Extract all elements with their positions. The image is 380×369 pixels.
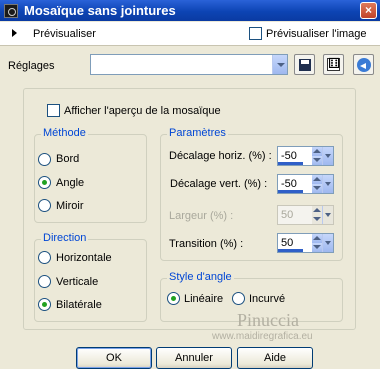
watermark-url: www.maidiregrafica.eu: [212, 331, 313, 342]
horizontal-offset-stepper[interactable]: -50: [277, 146, 334, 166]
method-radio-bord[interactable]: [38, 153, 51, 166]
preview-image-label: Prévisualiser l'image: [266, 28, 367, 40]
spin-up-icon[interactable]: [312, 234, 322, 243]
spin-up-icon[interactable]: [312, 175, 322, 184]
preview-image-checkbox[interactable]: [249, 27, 262, 40]
direction-radio-bilaterale[interactable]: [38, 298, 51, 311]
vertical-offset-value[interactable]: -50: [281, 178, 297, 190]
spin-up-icon: [312, 206, 322, 215]
show-mosaic-preview-checkbox[interactable]: [47, 104, 60, 117]
close-button[interactable]: ×: [360, 2, 377, 19]
method-group: Méthode: [34, 127, 147, 223]
spin-down-icon[interactable]: [312, 243, 322, 252]
width-label: Largeur (%) :: [169, 210, 234, 222]
method-radio-angle[interactable]: [38, 176, 51, 189]
method-label-bord: Bord: [56, 153, 80, 165]
transition-label: Transition (%) :: [169, 238, 244, 250]
chevron-down-icon[interactable]: [322, 147, 333, 165]
vertical-offset-label: Décalage vert. (%) :: [170, 178, 268, 190]
angle-style-radio-lineaire[interactable]: [167, 292, 180, 305]
horizontal-offset-value[interactable]: -50: [281, 150, 297, 162]
angle-style-group-title: Style d'angle: [167, 271, 234, 283]
spin-up-icon[interactable]: [312, 147, 322, 156]
transition-slider[interactable]: [278, 249, 303, 252]
title-bar: Mosaïque sans jointures ×: [0, 0, 380, 21]
window-title: Mosaïque sans jointures: [24, 3, 176, 18]
watermark-name: Pinuccia: [237, 310, 299, 330]
transition-stepper[interactable]: 50: [277, 233, 334, 253]
vertical-offset-slider[interactable]: [278, 190, 303, 193]
randomize-button[interactable]: [323, 54, 344, 75]
transition-value[interactable]: 50: [281, 237, 293, 249]
direction-label-bilaterale: Bilatérale: [56, 299, 102, 311]
spin-down-icon: [312, 215, 322, 224]
cancel-button[interactable]: Annuler: [156, 347, 232, 369]
direction-group-title: Direction: [41, 232, 89, 244]
angle-style-label-lineaire: Linéaire: [184, 293, 224, 305]
expand-arrow-icon[interactable]: [12, 29, 17, 37]
chevron-down-icon[interactable]: [322, 175, 333, 193]
angle-style-label-incurve: Incurvé: [249, 293, 286, 305]
preview-label[interactable]: Prévisualiser: [33, 28, 96, 40]
method-label-angle: Angle: [56, 177, 85, 189]
save-preset-button[interactable]: [294, 54, 315, 75]
chevron-down-icon[interactable]: [322, 234, 333, 252]
spin-down-icon[interactable]: [312, 184, 322, 193]
help-button[interactable]: Aide: [237, 347, 313, 369]
direction-label-horizontale: Horizontale: [56, 252, 112, 264]
width-stepper: 50: [277, 205, 334, 225]
horizontal-offset-label: Décalage horiz. (%) :: [169, 150, 272, 162]
angle-style-radio-incurve[interactable]: [232, 292, 245, 305]
chevron-down-icon: [322, 206, 333, 224]
show-mosaic-preview-label: Afficher l'aperçu de la mosaïque: [64, 105, 221, 117]
app-icon: [4, 3, 18, 18]
preview-bar: Prévisualiser Prévisualiser l'image: [0, 22, 380, 46]
chevron-down-icon[interactable]: [272, 55, 287, 74]
reset-button[interactable]: [353, 54, 374, 75]
direction-radio-horizontale[interactable]: [38, 251, 51, 264]
preset-dropdown[interactable]: [90, 54, 288, 75]
width-value: 50: [281, 209, 294, 221]
direction-label-verticale: Verticale: [56, 276, 99, 288]
vertical-offset-stepper[interactable]: -50: [277, 174, 334, 194]
method-group-title: Méthode: [41, 127, 88, 139]
horizontal-offset-slider[interactable]: [278, 162, 303, 165]
parameters-group-title: Paramètres: [167, 127, 228, 139]
floppy-disk-icon: [299, 59, 311, 71]
method-label-miroir: Miroir: [56, 200, 84, 212]
reset-arrow-icon: [357, 58, 371, 72]
method-radio-miroir[interactable]: [38, 199, 51, 212]
direction-radio-verticale[interactable]: [38, 275, 51, 288]
spin-down-icon[interactable]: [312, 156, 322, 165]
ok-button[interactable]: OK: [76, 347, 152, 369]
dice-icon: [327, 55, 340, 72]
settings-label: Réglages: [8, 60, 55, 72]
